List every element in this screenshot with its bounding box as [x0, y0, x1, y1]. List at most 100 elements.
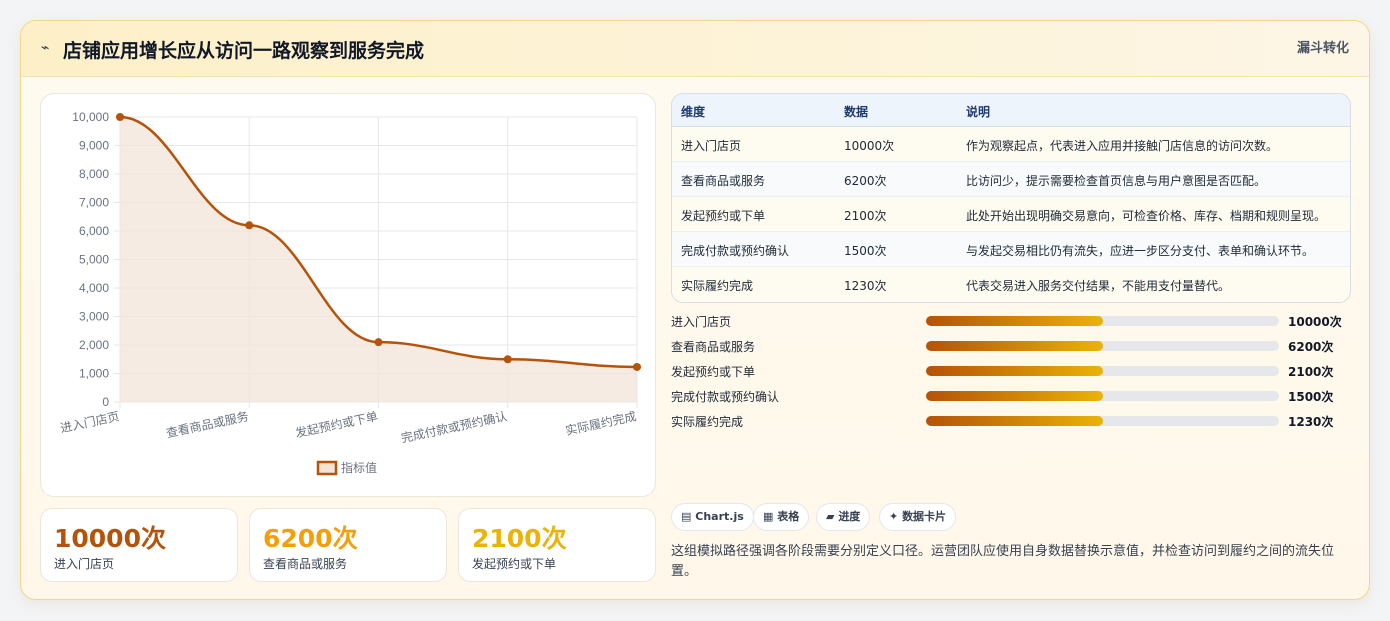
progress-value: 2100次 [1288, 365, 1334, 379]
x-tick-label: 实际履约完成 [564, 408, 638, 438]
progress-row: 查看商品或服务 6200次 [671, 336, 1351, 356]
progress-value: 6200次 [1288, 340, 1334, 354]
progress-row: 进入门店页 10000次 [671, 311, 1351, 331]
progress-fill [926, 416, 1103, 426]
kpi-value: 2100次 [472, 524, 567, 553]
progress-value: 1500次 [1288, 390, 1334, 404]
progress-fill [926, 341, 1103, 351]
line-chart-panel: 0 1,000 2,000 3,000 4,000 5,000 6,000 7,000 8,00… [40, 93, 656, 497]
table-cell: 与发起交易相比仍有流失，应进一步区分支付、表单和确认环节。 [966, 244, 1315, 258]
table-header-row: 维度 数据 说明 [672, 94, 1350, 127]
y-tick-label: 9,000 [79, 139, 109, 153]
progress-label: 进入门店页 [671, 315, 732, 329]
category-tag: 漏斗转化 [1296, 41, 1349, 56]
column-header: 维度 [681, 105, 706, 119]
x-tick-label: 发起预约或下单 [294, 408, 379, 440]
progress-row: 实际履约完成 1230次 [671, 411, 1351, 431]
data-point [633, 362, 641, 371]
chip-label: 进度 [838, 510, 861, 523]
table-row: 完成付款或预约确认 1500次 与发起交易相比仍有流失，应进一步区分支付、表单和… [672, 232, 1350, 267]
table-icon: ▦ [763, 510, 774, 523]
progress-track [926, 366, 1279, 376]
data-table: 维度 数据 说明 进入门店页 10000次 作为观察起点，代表进入应用并接触门店… [671, 93, 1351, 303]
progress-label: 实际履约完成 [671, 415, 744, 429]
progress-fill [926, 391, 1103, 401]
footnote: 这组模拟路径强调各阶段需要分别定义口径。运营团队应使用自身数据替换示意值，并检查… [671, 544, 1335, 579]
y-tick-label: 1,000 [79, 367, 109, 381]
kpi-card: 10000次 进入门店页 [40, 508, 238, 582]
kpi-label: 进入门店页 [54, 557, 115, 571]
chip-label: 表格 [777, 510, 800, 523]
chip-data-cards[interactable]: ✦ 数据卡片 [879, 503, 957, 531]
kpi-card: 6200次 查看商品或服务 [249, 508, 447, 582]
table-cell: 10000次 [844, 139, 895, 153]
y-tick-label: 8,000 [79, 167, 109, 181]
sparkle-icon: ✦ [889, 510, 899, 523]
data-point [245, 221, 254, 230]
table-cell: 6200次 [844, 174, 887, 188]
progress-value: 1230次 [1288, 415, 1334, 429]
kpi-value: 6200次 [263, 524, 358, 553]
x-tick-label: 完成付款或预约确认 [400, 408, 509, 445]
y-tick-label: 4,000 [79, 281, 109, 295]
table-row: 查看商品或服务 6200次 比访问少，提示需要检查首页信息与用户意图是否匹配。 [672, 162, 1350, 197]
table-cell: 作为观察起点，代表进入应用并接触门店信息的访问次数。 [966, 139, 1279, 153]
column-header: 数据 [844, 105, 869, 119]
y-tick-label: 7,000 [79, 196, 109, 210]
chip-chartjs[interactable]: ▤ Chart.js [671, 503, 754, 531]
progress-icon: ▰ [826, 510, 835, 523]
kpi-value: 10000次 [54, 524, 166, 553]
table-cell: 发起预约或下单 [681, 209, 766, 223]
table-cell: 2100次 [844, 209, 887, 223]
kpi-label: 发起预约或下单 [472, 557, 557, 571]
progress-fill [926, 316, 1103, 326]
progress-label: 完成付款或预约确认 [671, 390, 780, 404]
y-tick-label: 10,000 [72, 110, 109, 124]
data-point [503, 355, 512, 364]
progress-list: 进入门店页 10000次 查看商品或服务 6200次 发起预约或下单 2100次… [671, 311, 1351, 431]
table-row: 实际履约完成 1230次 代表交易进入服务交付结果，不能用支付量替代。 [672, 267, 1350, 302]
chip-progress[interactable]: ▰ 进度 [816, 503, 871, 531]
kpi-card: 2100次 发起预约或下单 [458, 508, 656, 582]
table-cell: 实际履约完成 [681, 279, 754, 293]
progress-track [926, 416, 1279, 426]
x-tick-label: 查看商品或服务 [165, 408, 250, 440]
progress-row: 完成付款或预约确认 1500次 [671, 386, 1351, 406]
legend-label: 指标值 [341, 460, 377, 475]
table-cell: 进入门店页 [681, 139, 742, 153]
table-cell: 代表交易进入服务交付结果，不能用支付量替代。 [966, 279, 1231, 293]
kpi-label: 查看商品或服务 [263, 557, 348, 571]
chip-table[interactable]: ▦ 表格 [753, 503, 810, 531]
progress-label: 查看商品或服务 [671, 340, 756, 354]
x-tick-label: 进入门店页 [59, 408, 121, 435]
y-tick-label: 0 [102, 395, 109, 409]
progress-track [926, 391, 1279, 401]
data-point [374, 338, 383, 347]
card-header: ⌁ 店铺应用增长应从访问一路观察到服务完成 漏斗转化 [21, 21, 1369, 77]
table-row: 进入门店页 10000次 作为观察起点，代表进入应用并接触门店信息的访问次数。 [672, 127, 1350, 162]
table-cell: 此处开始出现明确交易意向，可检查价格、库存、档期和规则呈现。 [966, 209, 1327, 223]
chip-label: 数据卡片 [902, 510, 947, 523]
chart-spark-icon: ⌁ [41, 40, 50, 56]
y-tick-label: 3,000 [79, 310, 109, 324]
progress-row: 发起预约或下单 2100次 [671, 361, 1351, 381]
progress-track [926, 316, 1279, 326]
data-point [116, 113, 124, 121]
table-row: 发起预约或下单 2100次 此处开始出现明确交易意向，可检查价格、库存、档期和规… [672, 197, 1350, 232]
chip-label: Chart.js [695, 510, 744, 523]
y-tick-label: 6,000 [79, 224, 109, 238]
y-tick-label: 2,000 [79, 338, 109, 352]
progress-value: 10000次 [1288, 315, 1342, 329]
progress-fill [926, 366, 1103, 376]
progress-track [926, 341, 1279, 351]
table-cell: 1230次 [844, 279, 887, 293]
page-title: 店铺应用增长应从访问一路观察到服务完成 [63, 40, 425, 62]
column-header: 说明 [966, 105, 991, 119]
table-cell: 1500次 [844, 244, 887, 258]
table-cell: 查看商品或服务 [681, 174, 766, 188]
y-tick-label: 5,000 [79, 253, 109, 267]
line-chart: 0 1,000 2,000 3,000 4,000 5,000 6,000 7,000 8,00… [59, 110, 641, 476]
chart-icon: ▤ [681, 510, 692, 523]
table-cell: 完成付款或预约确认 [681, 244, 790, 258]
table-cell: 比访问少，提示需要检查首页信息与用户意图是否匹配。 [966, 174, 1267, 188]
